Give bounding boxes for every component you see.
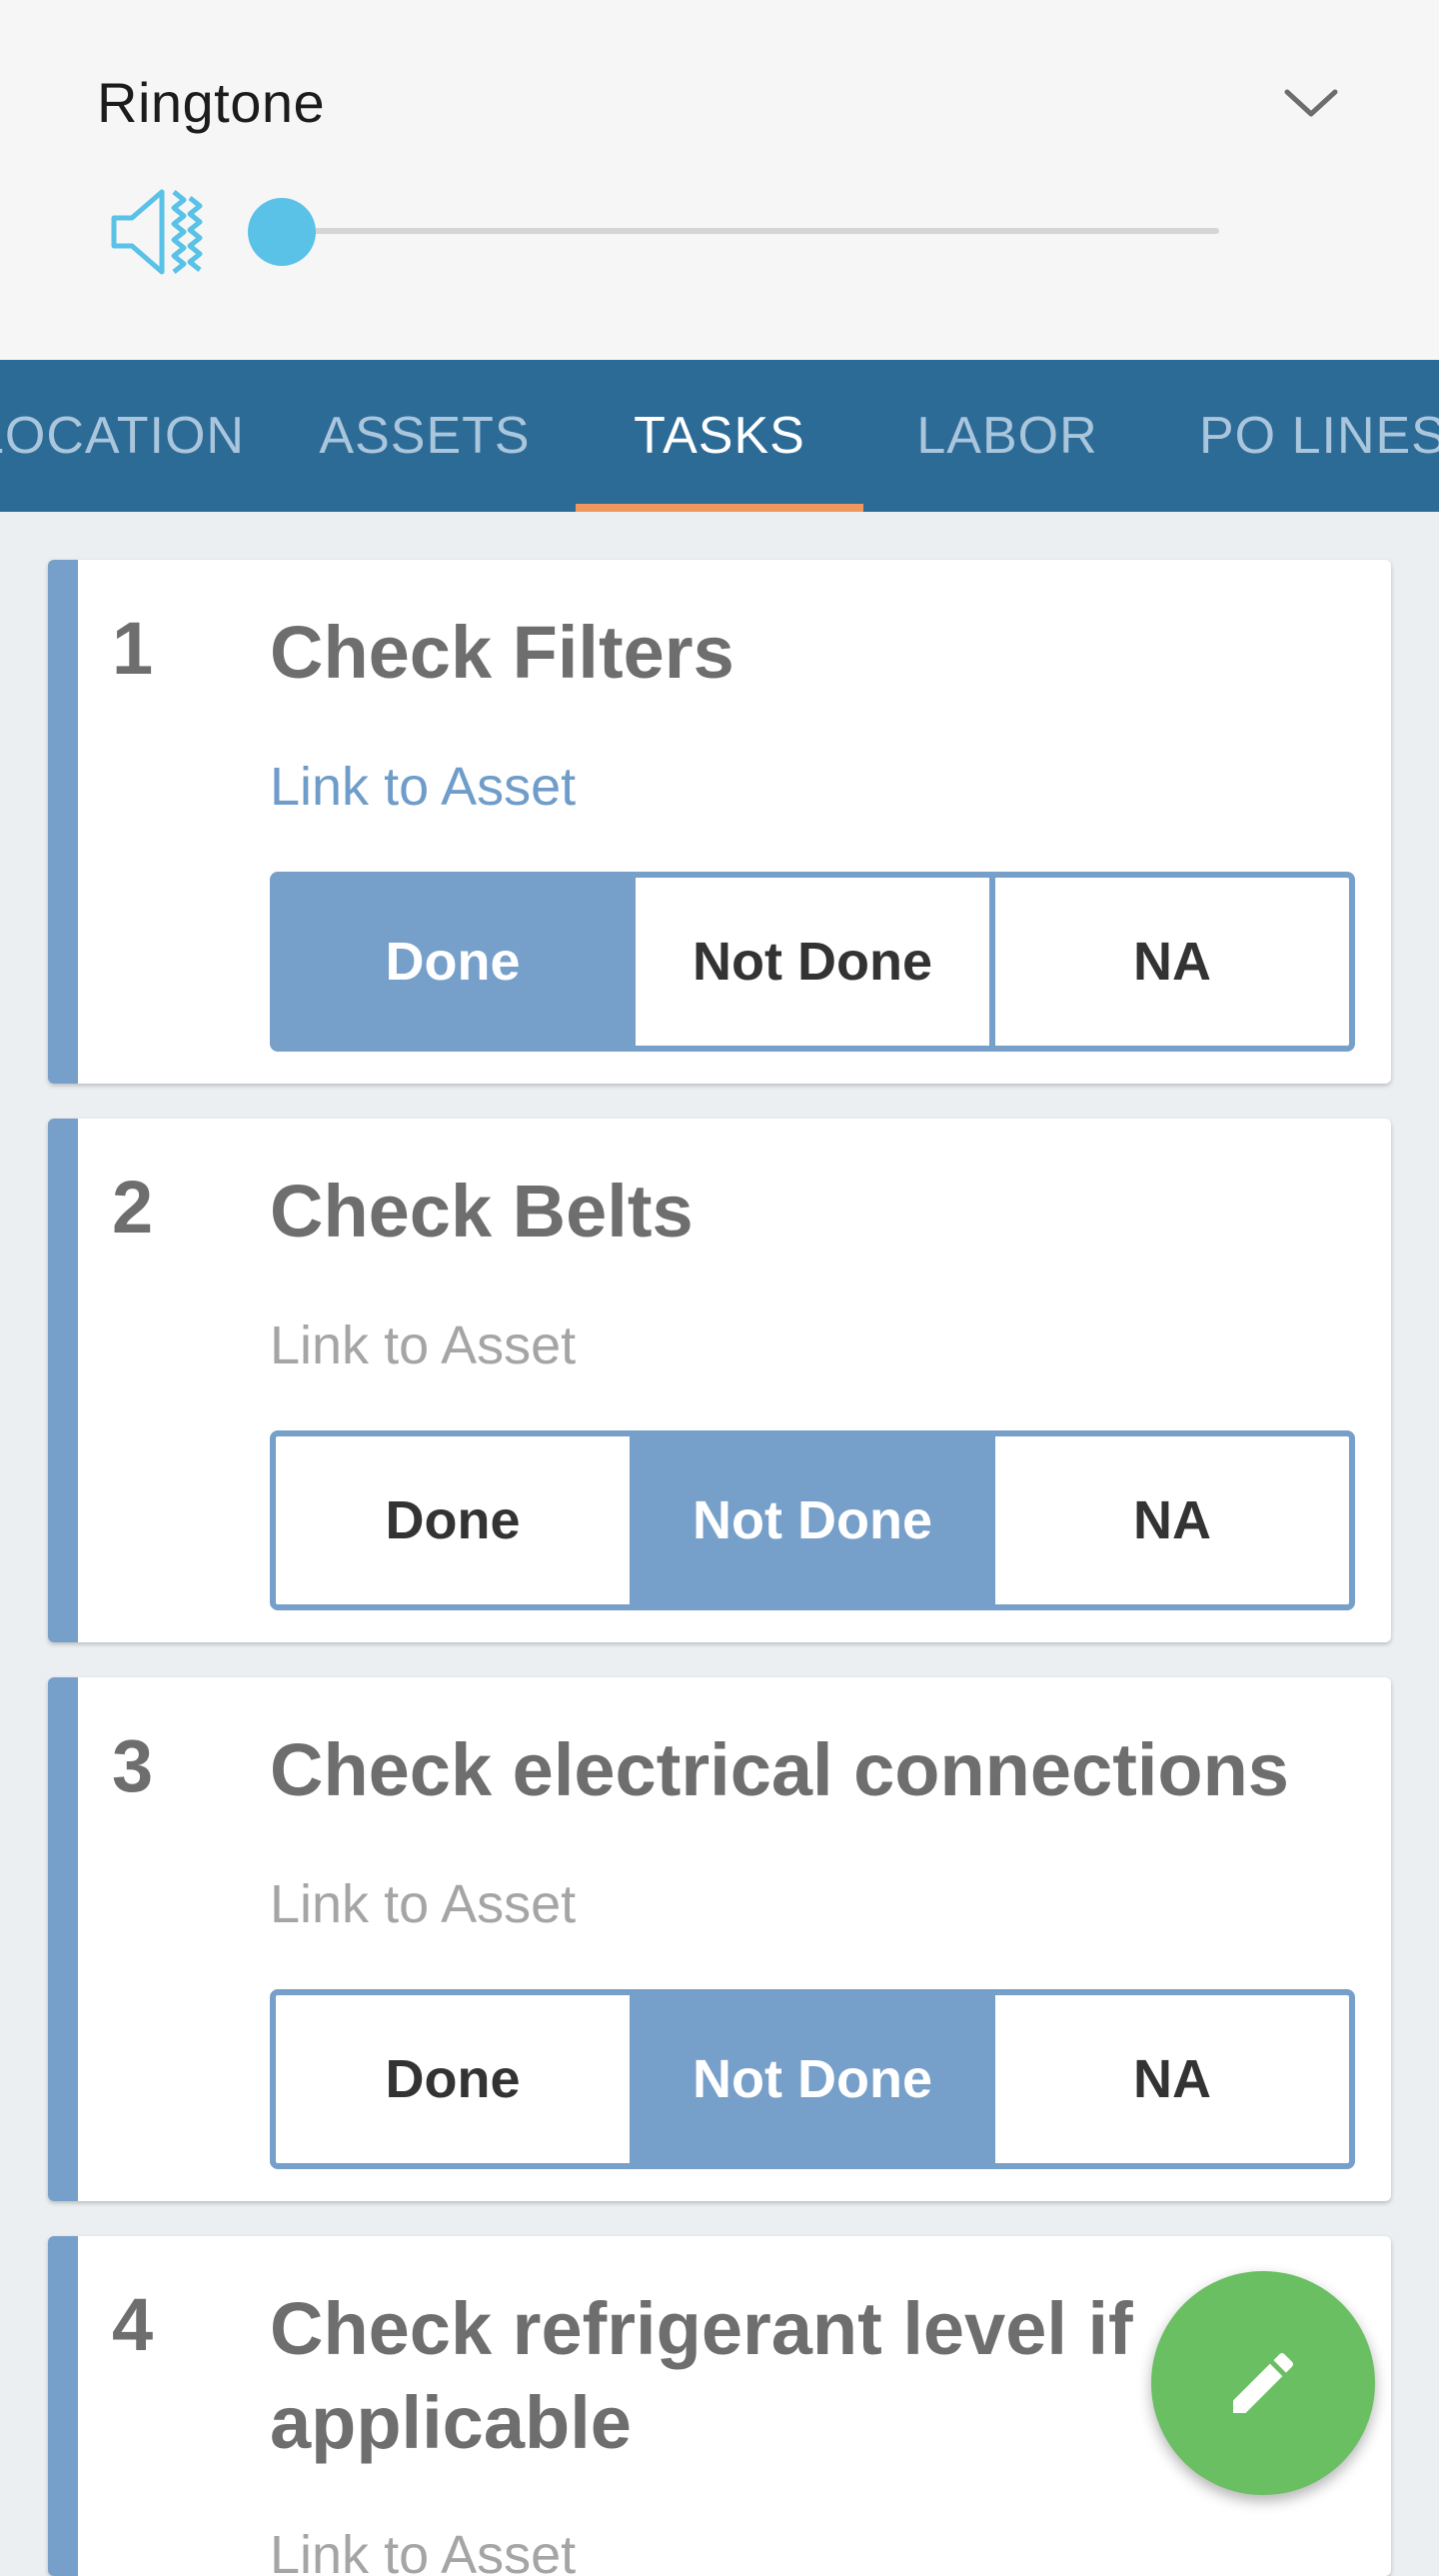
task-title: Check electrical connections	[270, 1728, 1289, 1811]
task-status-toggle: Done Not Done NA	[270, 1989, 1355, 2169]
volume-slider-thumb[interactable]	[248, 198, 316, 266]
na-button[interactable]: NA	[989, 1436, 1349, 1604]
volume-slider-track[interactable]	[282, 228, 1219, 234]
task-number: 1	[112, 607, 154, 690]
link-to-asset-link[interactable]: Link to Asset	[270, 756, 576, 818]
tab-bar: LOCATION ASSETS TASKS LABOR PO LINES	[0, 360, 1439, 512]
na-button[interactable]: NA	[989, 1995, 1349, 2163]
task-number: 2	[112, 1166, 154, 1249]
na-button[interactable]: NA	[989, 878, 1349, 1046]
not-done-button[interactable]: Not Done	[630, 878, 989, 1046]
pencil-icon	[1233, 2352, 1294, 2413]
volume-panel: Ringtone	[0, 0, 1439, 360]
volume-stream-title: Ringtone	[97, 71, 326, 134]
task-title: Check Filters	[270, 611, 734, 694]
task-number: 3	[112, 1724, 154, 1807]
not-done-button[interactable]: Not Done	[630, 1436, 989, 1604]
task-title: Check refrigerant level if applicable	[270, 2287, 1133, 2464]
task-title: Check Belts	[270, 1170, 694, 1253]
tab-active-indicator	[576, 504, 863, 512]
done-button[interactable]: Done	[276, 1995, 630, 2163]
tab-labor[interactable]: LABOR	[879, 360, 1135, 512]
task-status-toggle: Done Not Done NA	[270, 872, 1355, 1052]
tab-assets[interactable]: ASSETS	[290, 360, 560, 512]
task-number: 4	[112, 2283, 154, 2366]
not-done-button[interactable]: Not Done	[630, 1995, 989, 2163]
done-button[interactable]: Done	[276, 1436, 630, 1604]
done-button[interactable]: Done	[276, 878, 630, 1046]
task-card: 1 Check Filters Link to Asset Done Not D…	[48, 560, 1391, 1084]
link-to-asset-link[interactable]: Link to Asset	[270, 1314, 576, 1376]
task-accent-bar	[48, 1677, 78, 2201]
link-to-asset-link[interactable]: Link to Asset	[270, 1873, 576, 1935]
link-to-asset-link[interactable]: Link to Asset	[270, 2524, 576, 2576]
task-accent-bar	[48, 1119, 78, 1642]
edit-fab-button[interactable]	[1151, 2271, 1375, 2495]
task-accent-bar	[48, 560, 78, 1084]
task-card: 3 Check electrical connections Link to A…	[48, 1677, 1391, 2201]
chevron-down-icon[interactable]	[1281, 84, 1341, 124]
tab-tasks[interactable]: TASKS	[576, 360, 863, 512]
vibrate-mute-icon[interactable]	[110, 184, 206, 280]
task-accent-bar	[48, 2236, 78, 2576]
task-card: 2 Check Belts Link to Asset Done Not Don…	[48, 1119, 1391, 1642]
task-status-toggle: Done Not Done NA	[270, 1430, 1355, 1610]
tab-po-lines[interactable]: PO LINES	[1149, 360, 1439, 512]
tab-location[interactable]: LOCATION	[0, 360, 260, 512]
